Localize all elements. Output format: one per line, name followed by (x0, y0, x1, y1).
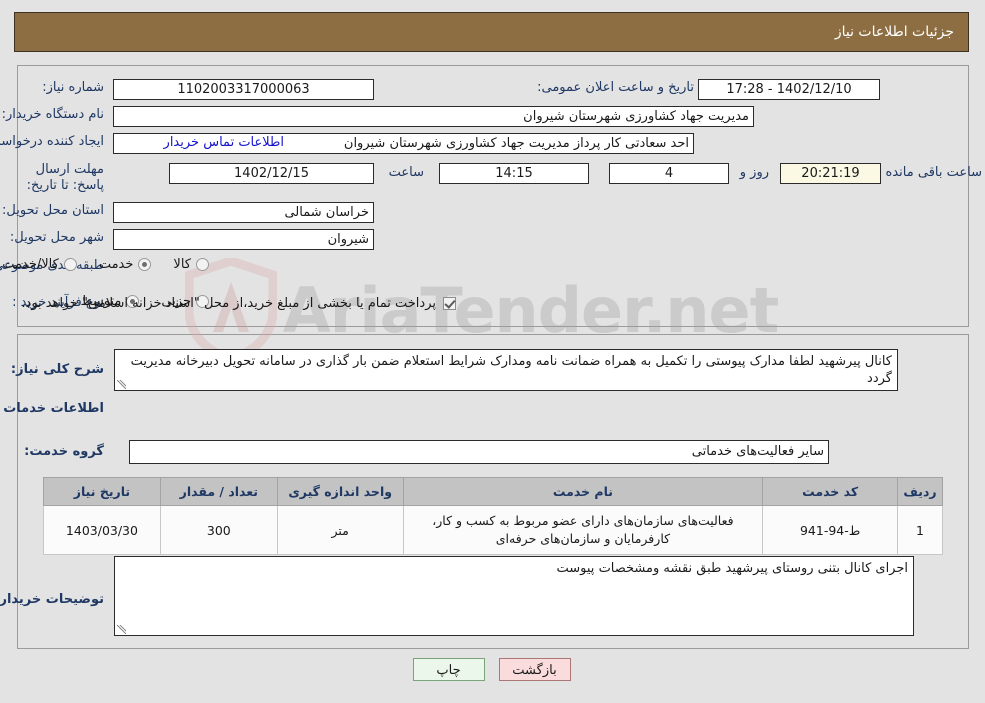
hour-label: ساعت (389, 165, 425, 180)
countdown-value: 20:21:19 (781, 163, 882, 184)
need-number-value: 1102003317000063 (114, 79, 375, 100)
cell-service-code: ط-94-941 (763, 505, 900, 555)
category-option-1[interactable]: خدمت (100, 257, 153, 272)
city-row: شهر محل تحویل: (11, 230, 105, 245)
buyer-org-row: نام دستگاه خریدار: (3, 107, 105, 122)
cell-row-no: 1 (898, 505, 944, 555)
deadline-date-value: 1402/12/15 (170, 163, 375, 184)
countdown-label: ساعت باقی مانده (886, 165, 983, 180)
city-value: شیروان (114, 229, 375, 250)
cell-need-date: 1403/03/30 (44, 505, 162, 555)
table-header-cell-0: ردیف (898, 477, 944, 506)
table-header-cell-5: تاریخ نیاز (44, 477, 162, 506)
category-option-2[interactable]: کالا/خدمت (3, 257, 78, 272)
need-summary-panel (18, 65, 970, 327)
city-label: شهر محل تحویل: (10, 230, 105, 245)
need-number-label: شماره نیاز: (43, 80, 105, 95)
services-table-wrapper: ردیف کد خدمت نام خدمت واحد اندازه گیری تعداد… (44, 477, 944, 555)
page-header: جزئیات اطلاعات نیاز (15, 12, 970, 52)
deadline-label: مهلت ارسال پاسخ: تا تاریخ: (27, 162, 105, 193)
province-value: خراسان شمالی (114, 202, 375, 223)
category-option-0[interactable]: کالا (174, 257, 210, 272)
services-table: ردیف کد خدمت نام خدمت واحد اندازه گیری تعداد… (44, 477, 944, 555)
category-radio-0[interactable] (197, 258, 210, 271)
category-label-1: خدمت (99, 257, 135, 272)
treasury-note: پرداخت تمام یا بخشی از مبلغ خرید،از محل … (22, 296, 437, 311)
category-radio-group[interactable]: کالا خدمت کالا/خدمت (0, 257, 210, 272)
service-group-value: سایر فعالیت‌های خدماتی (130, 440, 830, 464)
page-title: جزئیات اطلاعات نیاز (835, 24, 955, 40)
need-number-row: شماره نیاز: (43, 80, 105, 95)
treasury-checkbox[interactable] (444, 297, 457, 310)
buyer-org-value: مدیریت جهاد کشاورزی شهرستان شیروان (114, 106, 755, 127)
deadline-time-value: 14:15 (440, 163, 590, 184)
print-button[interactable]: چاپ (413, 658, 486, 681)
table-header-cell-1: کد خدمت (763, 477, 900, 506)
footer-button-bar: بازگشت چاپ (0, 658, 985, 681)
deadline-row: مهلت ارسال پاسخ: تا تاریخ: (5, 162, 105, 194)
general-desc-textarea[interactable]: کانال پیرشهید لطفا مدارک پیوستی را تکمیل… (115, 349, 899, 391)
buyer-notes-textarea[interactable]: اجرای کانال بتنی روستای پیرشهید طبق نقشه… (115, 556, 915, 636)
table-header-row: ردیف کد خدمت نام خدمت واحد اندازه گیری تعداد… (44, 477, 944, 506)
table-header-cell-4: تعداد / مقدار (160, 477, 279, 506)
creator-row: ایجاد کننده درخواست: (0, 134, 105, 149)
public-announce-value: 1402/12/10 - 17:28 (699, 79, 881, 100)
services-table-body: 1 ط-94-941 فعالیت‌های سازمان‌های دارای عضو… (44, 505, 944, 555)
category-label-2: کالا/خدمت (3, 257, 60, 272)
general-desc-label: شرح کلی نیاز: (11, 362, 105, 377)
back-button[interactable]: بازگشت (499, 658, 572, 681)
remaining-days-value: 4 (610, 163, 730, 184)
table-row: 1 ط-94-941 فعالیت‌های سازمان‌های دارای عضو… (44, 505, 944, 555)
cell-unit: متر (277, 505, 405, 555)
category-label-0: کالا (174, 257, 192, 272)
cell-quantity: 300 (160, 505, 279, 555)
service-group-label: گروه خدمت: (25, 444, 105, 459)
category-radio-2[interactable] (64, 258, 78, 271)
public-announce-label: تاریخ و ساعت اعلان عمومی: (538, 80, 695, 95)
creator-label: ایجاد کننده درخواست: (0, 134, 105, 149)
remaining-days-label: روز و (740, 165, 770, 180)
services-table-head: ردیف کد خدمت نام خدمت واحد اندازه گیری تعداد… (44, 477, 944, 506)
province-row: استان محل تحویل: (3, 203, 105, 218)
public-announce-row: تاریخ و ساعت اعلان عمومی: (538, 80, 695, 95)
table-header-cell-3: واحد اندازه گیری (277, 477, 405, 506)
cell-service-name: فعالیت‌های سازمان‌های دارای عضو مربوط به… (403, 505, 765, 555)
category-radio-1[interactable] (139, 258, 153, 271)
services-section-title: اطلاعات خدمات مورد نیاز (0, 401, 105, 416)
table-header-cell-2: نام خدمت (403, 477, 765, 506)
buyer-contact-link[interactable]: اطلاعات تماس خریدار (165, 135, 285, 150)
province-label: استان محل تحویل: (3, 203, 105, 218)
buyer-notes-label: توضیحات خریدار: (0, 592, 105, 607)
buyer-org-label: نام دستگاه خریدار: (2, 107, 105, 122)
